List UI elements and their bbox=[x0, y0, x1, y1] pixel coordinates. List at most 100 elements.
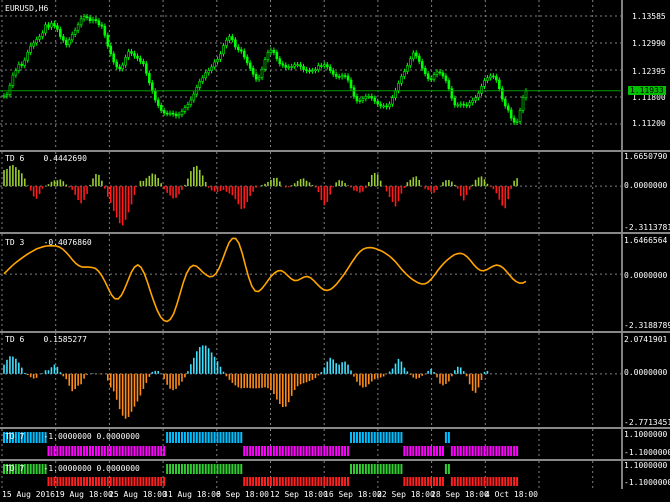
candle bbox=[44, 24, 47, 34]
candle bbox=[269, 49, 273, 53]
candle bbox=[480, 86, 483, 94]
td3-label: TD 3 -0.4076860 bbox=[5, 238, 92, 247]
candle bbox=[94, 19, 98, 22]
candle bbox=[257, 77, 261, 80]
candle bbox=[41, 32, 44, 37]
candle bbox=[79, 18, 83, 26]
td6b-tick-zero: 0.0000000 bbox=[624, 368, 668, 377]
candle bbox=[477, 92, 480, 99]
candle bbox=[168, 112, 172, 115]
td6b-name: TD 6 bbox=[5, 335, 25, 344]
candle bbox=[400, 76, 403, 84]
candle bbox=[216, 58, 219, 63]
candle bbox=[136, 55, 139, 59]
candle bbox=[299, 64, 302, 67]
td3-tick-min: -2.3188789 bbox=[624, 321, 670, 330]
candle bbox=[260, 68, 264, 78]
candle bbox=[56, 25, 59, 30]
td7b-pane[interactable]: TD 7 -1.0000000 0.0000000 1.1000000 -1.1… bbox=[0, 461, 670, 489]
candle bbox=[317, 65, 320, 70]
candle bbox=[118, 66, 121, 70]
price-tick-2: 1.12990 bbox=[632, 39, 666, 48]
candle bbox=[296, 64, 299, 66]
candle bbox=[432, 74, 436, 80]
candle bbox=[142, 61, 145, 65]
candle bbox=[76, 24, 80, 31]
candle bbox=[11, 74, 15, 86]
candle bbox=[394, 90, 397, 99]
td3-line bbox=[3, 237, 527, 323]
td7b-label: TD 7 -1.0000000 0.0000000 bbox=[5, 464, 140, 473]
candle bbox=[406, 65, 409, 72]
candle bbox=[435, 71, 439, 75]
price-pane[interactable]: EURUSD,H6 1.13585 1.12990 1.12395 1.1180… bbox=[0, 0, 670, 150]
candle bbox=[97, 20, 101, 26]
td3-line-pane[interactable]: TD 3 -0.4076860 1.6466564 0.0000000 -2.3… bbox=[0, 234, 670, 331]
candle bbox=[411, 52, 415, 60]
td6-oscillator-pane[interactable]: TD 6 0.4442690 1.6650790 0.0000000 -2.31… bbox=[0, 152, 670, 232]
time-label: 15 Aug 2016 bbox=[2, 490, 55, 499]
candle bbox=[489, 75, 492, 79]
candle bbox=[331, 70, 335, 75]
candle bbox=[254, 73, 258, 80]
td7a-tick-min: -1.1000000 bbox=[624, 448, 670, 457]
candle bbox=[20, 63, 24, 66]
candle bbox=[293, 64, 296, 67]
td7a-label: TD 7 -1.0000000 0.0000000 bbox=[5, 432, 140, 441]
candle bbox=[263, 59, 267, 70]
candle bbox=[352, 87, 356, 97]
candle bbox=[192, 93, 196, 101]
candle bbox=[328, 66, 332, 71]
td7a-value: -1.0000000 0.0000000 bbox=[43, 432, 140, 441]
candle bbox=[239, 49, 243, 52]
candle bbox=[367, 96, 371, 98]
candle bbox=[409, 58, 412, 66]
candle bbox=[165, 112, 169, 115]
price-chart[interactable] bbox=[0, 0, 670, 150]
candle bbox=[441, 72, 445, 77]
current-price-box: 1.11933 bbox=[628, 86, 666, 95]
candle bbox=[403, 71, 406, 77]
time-label: 28 Sep 18:00 bbox=[431, 490, 489, 499]
candle bbox=[115, 61, 119, 68]
candle bbox=[225, 39, 228, 46]
candle bbox=[462, 103, 466, 106]
candle bbox=[213, 61, 216, 68]
candle bbox=[503, 98, 507, 107]
candle bbox=[186, 104, 190, 108]
candle bbox=[156, 99, 160, 106]
candle bbox=[237, 46, 240, 51]
td6a-value: 0.4442690 bbox=[43, 154, 87, 163]
td7a-pane[interactable]: TD 7 -1.0000000 0.0000000 1.1000000 -1.1… bbox=[0, 429, 670, 459]
candle bbox=[159, 105, 163, 111]
candle bbox=[349, 79, 353, 89]
candle bbox=[130, 51, 133, 54]
candle bbox=[82, 16, 86, 20]
candle bbox=[106, 34, 110, 47]
candle bbox=[355, 96, 359, 102]
candle bbox=[290, 66, 293, 68]
candle bbox=[62, 36, 65, 41]
candle bbox=[302, 66, 305, 70]
candle bbox=[133, 53, 136, 57]
td6-histogram-chart bbox=[0, 333, 623, 427]
candle bbox=[323, 64, 326, 67]
candle bbox=[465, 104, 468, 107]
candle bbox=[73, 29, 77, 35]
candle bbox=[453, 97, 457, 106]
candle bbox=[495, 76, 498, 81]
candle bbox=[35, 39, 38, 44]
candle bbox=[287, 66, 291, 69]
td6-histogram-pane[interactable]: TD 6 0.1585277 2.0741901 0.0000000 -2.77… bbox=[0, 333, 670, 427]
candle bbox=[219, 53, 222, 60]
candle bbox=[266, 52, 270, 60]
candle bbox=[397, 82, 400, 91]
candle bbox=[248, 62, 252, 69]
candle bbox=[8, 85, 12, 95]
candle bbox=[228, 36, 231, 41]
td6a-tick-min: -2.3113781 bbox=[624, 223, 670, 232]
candle bbox=[343, 75, 347, 77]
candle bbox=[222, 45, 225, 55]
candle bbox=[311, 70, 314, 72]
candle bbox=[150, 82, 154, 92]
